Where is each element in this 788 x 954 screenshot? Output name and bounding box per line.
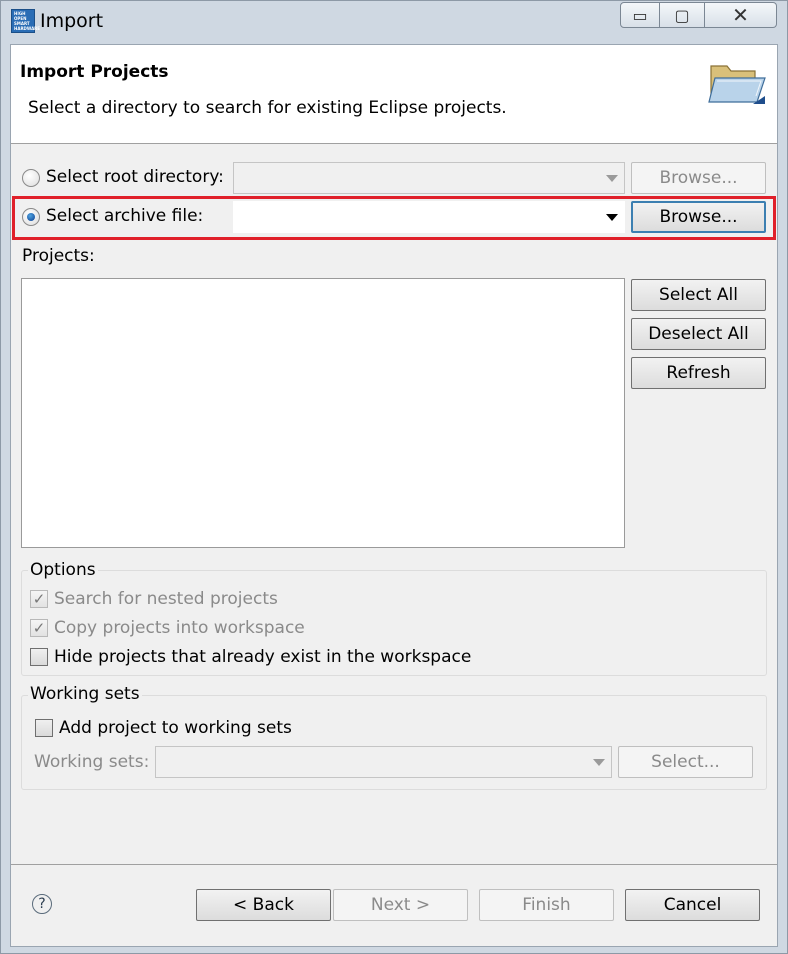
app-icon: HIGH OPEN SMART HARDWARE <box>11 9 40 33</box>
close-button[interactable]: ✕ <box>705 2 777 28</box>
close-icon: ✕ <box>732 3 749 27</box>
archive-file-combo[interactable] <box>233 201 625 233</box>
projects-label: Projects: <box>22 246 95 266</box>
root-directory-radio[interactable] <box>22 169 40 187</box>
chevron-down-icon <box>606 214 618 221</box>
projects-list[interactable] <box>21 278 625 548</box>
copy-projects-checkbox[interactable]: ✓ <box>30 619 48 637</box>
title-bar[interactable]: HIGH OPEN SMART HARDWARE Import ▭ ▢ ✕ <box>0 0 788 44</box>
maximize-icon: ▢ <box>674 5 690 25</box>
add-working-sets-checkbox[interactable] <box>35 719 53 737</box>
working-sets-combo[interactable] <box>155 746 612 778</box>
root-directory-combo[interactable] <box>233 162 625 194</box>
root-directory-label: Select root directory: <box>46 167 224 187</box>
hide-existing-label: Hide projects that already exist in the … <box>54 647 472 667</box>
help-icon[interactable]: ? <box>32 894 52 914</box>
options-group-label: Options <box>28 560 98 580</box>
cancel-button[interactable]: Cancel <box>625 889 760 921</box>
back-button[interactable]: < Back <box>196 889 331 921</box>
working-sets-group-label: Working sets <box>28 684 142 704</box>
chevron-down-icon <box>593 759 605 766</box>
working-sets-label: Working sets: <box>34 752 150 772</box>
page-description: Select a directory to search for existin… <box>28 98 507 118</box>
wizard-header <box>11 45 777 144</box>
copy-projects-label: Copy projects into workspace <box>54 618 305 638</box>
archive-file-radio[interactable] <box>22 208 40 226</box>
page-title: Import Projects <box>20 62 169 82</box>
root-browse-button[interactable]: Browse... <box>631 162 766 194</box>
search-nested-checkbox[interactable]: ✓ <box>30 590 48 608</box>
deselect-all-button[interactable]: Deselect All <box>631 318 766 350</box>
add-working-sets-label: Add project to working sets <box>59 718 292 738</box>
minimize-icon: ▭ <box>632 5 648 25</box>
folder-open-icon <box>703 52 771 110</box>
next-button[interactable]: Next > <box>333 889 468 921</box>
archive-browse-button[interactable]: Browse... <box>631 201 766 233</box>
maximize-button[interactable]: ▢ <box>660 2 705 28</box>
select-working-sets-button[interactable]: Select... <box>618 746 753 778</box>
window-title: Import <box>40 10 104 32</box>
footer-separator <box>11 864 777 865</box>
search-nested-label: Search for nested projects <box>54 589 278 609</box>
finish-button[interactable]: Finish <box>479 889 614 921</box>
refresh-button[interactable]: Refresh <box>631 357 766 389</box>
minimize-button[interactable]: ▭ <box>620 2 660 28</box>
select-all-button[interactable]: Select All <box>631 279 766 311</box>
archive-file-label: Select archive file: <box>46 206 204 226</box>
hide-existing-checkbox[interactable] <box>30 648 48 666</box>
chevron-down-icon <box>606 175 618 182</box>
